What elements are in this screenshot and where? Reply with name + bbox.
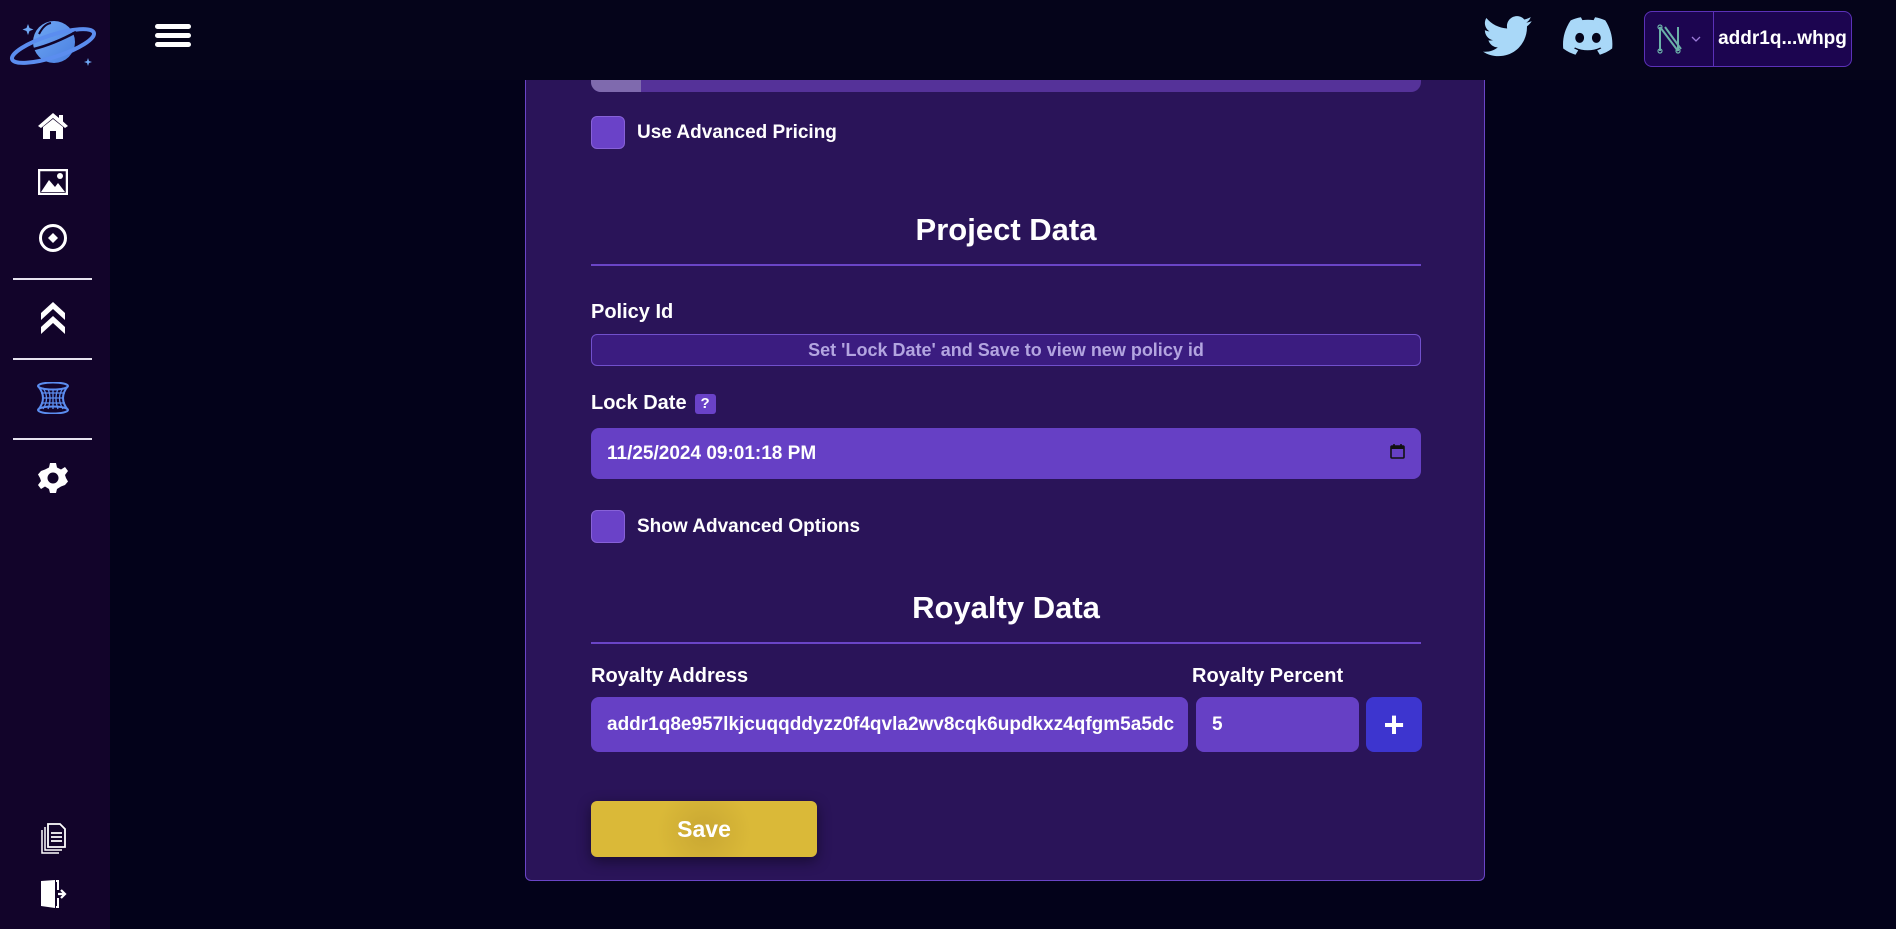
price-slider[interactable]: [591, 80, 1421, 92]
logout-icon: [41, 880, 67, 908]
royalty-percent-label: Royalty Percent: [1192, 665, 1343, 688]
chevron-down-icon: [1691, 36, 1701, 42]
royalty-percent-label-text: Royalty Percent: [1192, 665, 1344, 687]
menu-toggle-button[interactable]: [155, 24, 195, 54]
royalty-address-value: addr1q8e957lkjcuqqddyzz0f4qvla2wv8cqk6up…: [607, 713, 1174, 735]
sidebar-item-docs[interactable]: [33, 819, 73, 859]
sidebar: [0, 0, 110, 929]
royalty-address-input[interactable]: addr1q8e957lkjcuqqddyzz0f4qvla2wv8cqk6up…: [591, 697, 1188, 752]
royalty-percent-input[interactable]: 5: [1196, 697, 1359, 752]
lock-date-label-text: Lock Date: [591, 392, 687, 414]
form-card: Use Advanced Pricing Project Data Policy…: [525, 80, 1485, 881]
wormhole-icon: [37, 382, 69, 414]
sidebar-item-target[interactable]: [33, 218, 73, 258]
royalty-data-title: Royalty Data: [912, 590, 1100, 625]
double-chevron-up-icon: [41, 302, 65, 334]
wallet-button[interactable]: addr1q...whpg: [1644, 11, 1852, 67]
discord-link[interactable]: [1563, 16, 1613, 62]
calendar-icon[interactable]: [1390, 443, 1405, 459]
advanced-pricing-toggle[interactable]: Use Advanced Pricing: [591, 116, 837, 149]
advanced-pricing-label: Use Advanced Pricing: [637, 121, 837, 143]
project-data-title: Project Data: [915, 212, 1097, 247]
nav-divider: [13, 438, 92, 440]
advanced-options-toggle[interactable]: Show Advanced Options: [591, 510, 860, 543]
sidebar-item-logout[interactable]: [33, 874, 73, 914]
advanced-options-label: Show Advanced Options: [637, 515, 861, 537]
circle-dot-icon: [39, 224, 67, 252]
lock-date-input[interactable]: 11/25/2024 09:01:18 PM: [591, 428, 1421, 479]
advanced-options-checkbox[interactable]: [591, 510, 625, 543]
add-royalty-button[interactable]: +: [1366, 697, 1422, 752]
top-bar: [110, 0, 1896, 80]
policy-id-label: Policy Id: [591, 301, 673, 324]
advanced-pricing-checkbox[interactable]: [591, 116, 625, 149]
home-icon: [38, 113, 68, 139]
section-divider: [591, 264, 1421, 266]
lock-date-label: Lock Date ?: [591, 392, 716, 415]
sidebar-item-settings[interactable]: [33, 458, 73, 498]
sidebar-item-home[interactable]: [33, 106, 73, 146]
wallet-address: addr1q...whpg: [1718, 28, 1847, 49]
sidebar-item-upgrade[interactable]: [33, 298, 73, 338]
royalty-address-label-text: Royalty Address: [591, 665, 749, 687]
hamburger-icon: [155, 24, 195, 47]
lock-date-value: 11/25/2024 09:01:18 PM: [607, 442, 817, 464]
planet-logo[interactable]: [6, 14, 100, 72]
discord-icon: [1563, 17, 1613, 55]
policy-id-display: Set 'Lock Date' and Save to view new pol…: [591, 334, 1421, 366]
section-divider: [591, 642, 1421, 644]
nav-divider: [13, 358, 92, 360]
gear-icon: [38, 463, 68, 493]
lock-date-help-icon[interactable]: ?: [694, 393, 716, 414]
policy-id-label-text: Policy Id: [591, 301, 674, 323]
plus-icon: +: [1383, 703, 1405, 745]
twitter-icon: [1483, 16, 1533, 57]
sidebar-item-wormhole[interactable]: [33, 378, 73, 418]
wallet-selector[interactable]: [1645, 12, 1714, 66]
nami-wallet-icon: [1657, 24, 1682, 54]
documents-icon: [41, 823, 66, 854]
twitter-link[interactable]: [1483, 16, 1533, 62]
image-icon: [38, 169, 68, 195]
royalty-percent-value: 5: [1212, 713, 1223, 735]
sidebar-item-gallery[interactable]: [33, 162, 73, 202]
save-button[interactable]: Save: [591, 801, 817, 857]
nav-divider: [13, 278, 92, 280]
slider-handle[interactable]: [591, 80, 641, 92]
royalty-address-label: Royalty Address: [591, 665, 748, 688]
